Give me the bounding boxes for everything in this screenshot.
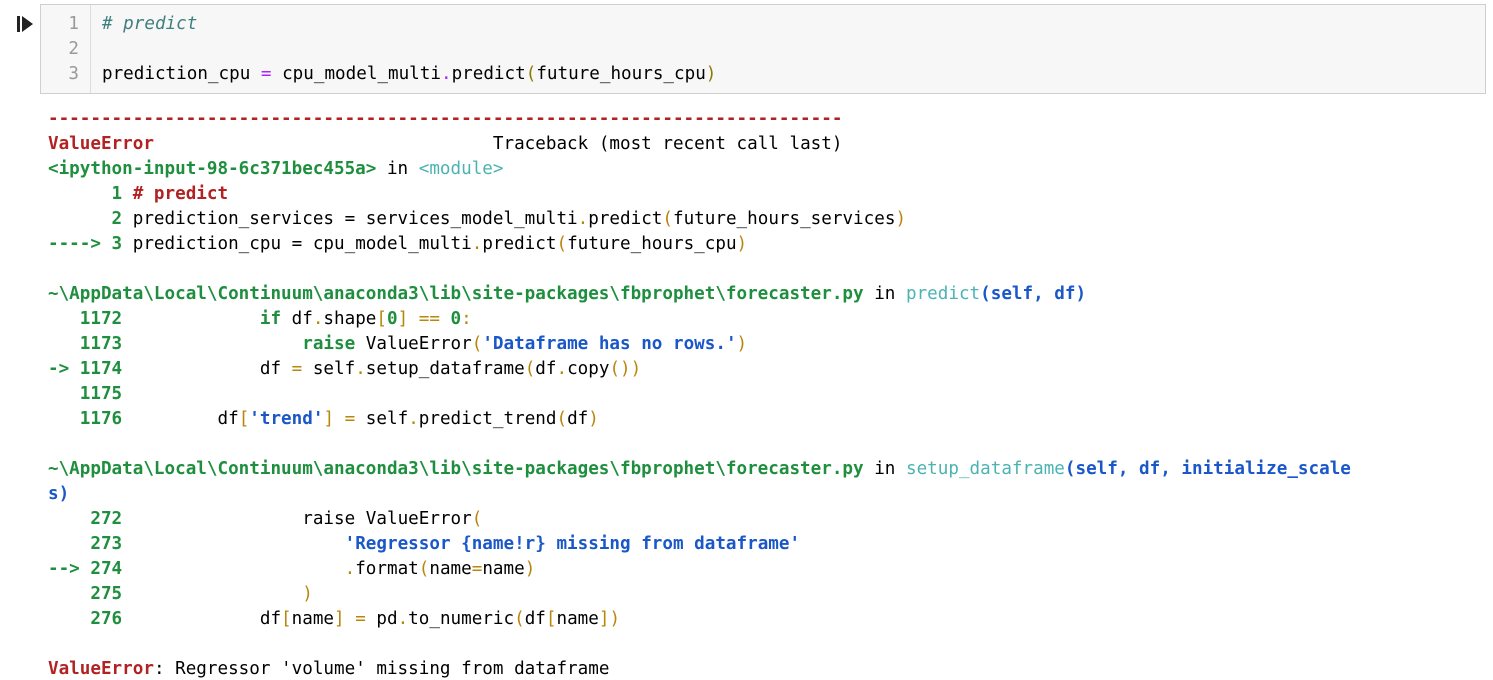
traceback-line: 273 'Regressor {name!r} missing from dat…: [48, 534, 801, 554]
line-number: 3: [68, 64, 79, 84]
code-line-3[interactable]: prediction_cpu = cpu_model_multi.predict…: [102, 64, 716, 84]
frame-header: <ipython-input-98-6c371bec455a> in <modu…: [48, 159, 504, 179]
traceback-line: 2 prediction_services = services_model_m…: [48, 209, 907, 229]
traceback-line: 1172 if df.shape[0] == 0:: [48, 309, 472, 329]
traceback-header: ValueError Traceback (most recent call l…: [48, 134, 843, 154]
traceback-line: 1 # predict: [48, 184, 229, 204]
traceback-line-current: --> 274 .format(name=name): [48, 559, 536, 579]
traceback-line: 1176 df['trend'] = self.predict_trend(df…: [48, 409, 599, 429]
traceback-line: 1175: [48, 384, 133, 404]
code-cell-input[interactable]: 1 2 3 # predict prediction_cpu = cpu_mod…: [40, 4, 1486, 94]
traceback-line: 272 raise ValueError(: [48, 509, 483, 529]
run-cell-icon[interactable]: [16, 13, 34, 35]
traceback-line: 275 ): [48, 584, 313, 604]
line-number-gutter: 1 2 3: [41, 5, 91, 93]
line-number: 2: [68, 39, 79, 59]
traceback-line-current: -> 1174 df = self.setup_dataframe(df.cop…: [48, 359, 642, 379]
traceback-line-current: ----> 3 prediction_cpu = cpu_model_multi…: [48, 234, 748, 254]
traceback-line: 276 df[name] = pd.to_numeric(df[name]): [48, 609, 621, 629]
code-line-1[interactable]: # predict: [102, 14, 197, 34]
frame-header: ~\AppData\Local\Continuum\anaconda3\lib\…: [48, 284, 1087, 304]
error-message: ValueError: Regressor 'volume' missing f…: [48, 659, 610, 679]
frame-header: ~\AppData\Local\Continuum\anaconda3\lib\…: [48, 459, 1351, 479]
traceback-separator: ----------------------------------------…: [48, 109, 843, 129]
frame-header-wrap: s): [48, 484, 70, 504]
traceback-line: 1173 raise ValueError('Dataframe has no …: [48, 334, 748, 354]
line-number: 1: [68, 14, 79, 34]
